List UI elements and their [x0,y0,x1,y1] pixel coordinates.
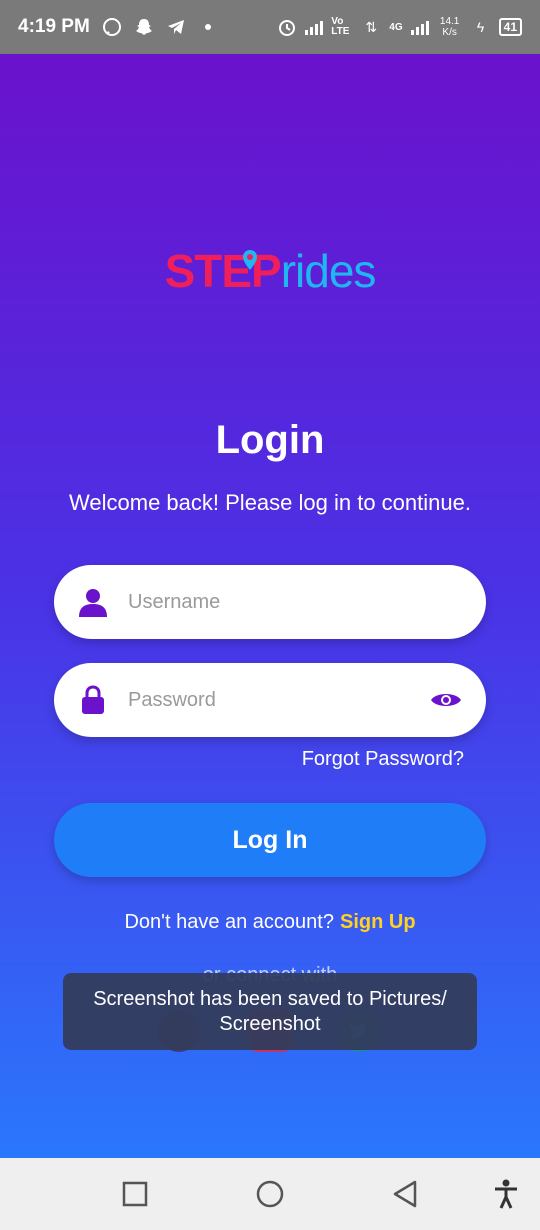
back-icon[interactable] [389,1178,421,1210]
page-title: Login [215,418,325,462]
logo-rides: rides [280,245,377,297]
alarm-icon [277,17,297,37]
dot-icon [198,17,218,37]
signup-link[interactable]: Sign Up [340,911,416,933]
signup-row: Don't have an account? Sign Up [0,911,540,934]
snapchat-icon [134,17,154,37]
lock-icon [78,685,108,715]
signal-icon-2 [410,19,429,35]
recent-apps-icon[interactable] [119,1178,151,1210]
telegram-icon [166,17,186,37]
whatsapp-icon [102,17,122,37]
username-field[interactable] [54,565,486,639]
password-input[interactable] [128,688,430,712]
signal-icon [305,19,324,35]
password-field[interactable] [54,663,486,737]
volte-label: Vo LTE [331,16,350,37]
accessibility-icon[interactable] [490,1178,522,1210]
home-icon[interactable] [254,1178,286,1210]
speed-label: 14.1 K/s [439,16,460,38]
user-icon [78,587,108,617]
login-button[interactable]: Log In [54,803,486,877]
forgot-password-link[interactable]: Forgot Password? [302,748,464,771]
logo-step: STEP [164,245,282,297]
status-time: 4:19 PM [18,16,90,37]
battery-level: 41 [498,18,522,36]
page-subtitle: Welcome back! Please log in to continue. [69,490,471,515]
login-screen: STEPrides Login Welcome back! Please log… [0,54,540,1158]
toast-message: Screenshot has been saved to Pictures/ S… [63,973,477,1050]
username-input[interactable] [128,590,462,614]
data-transfer-icon: ⇅ [365,19,378,35]
charging-icon: ϟ [476,19,485,35]
eye-icon[interactable] [430,685,462,715]
no-account-text: Don't have an account? [124,911,334,933]
app-logo: STEPrides [0,244,540,298]
network-label: 4G [389,21,403,33]
status-bar: 4:19 PM Vo LTE ⇅ 4G 14.1 K/s ϟ 41 [0,0,540,54]
navigation-bar [0,1158,540,1230]
map-pin-icon [242,250,257,270]
